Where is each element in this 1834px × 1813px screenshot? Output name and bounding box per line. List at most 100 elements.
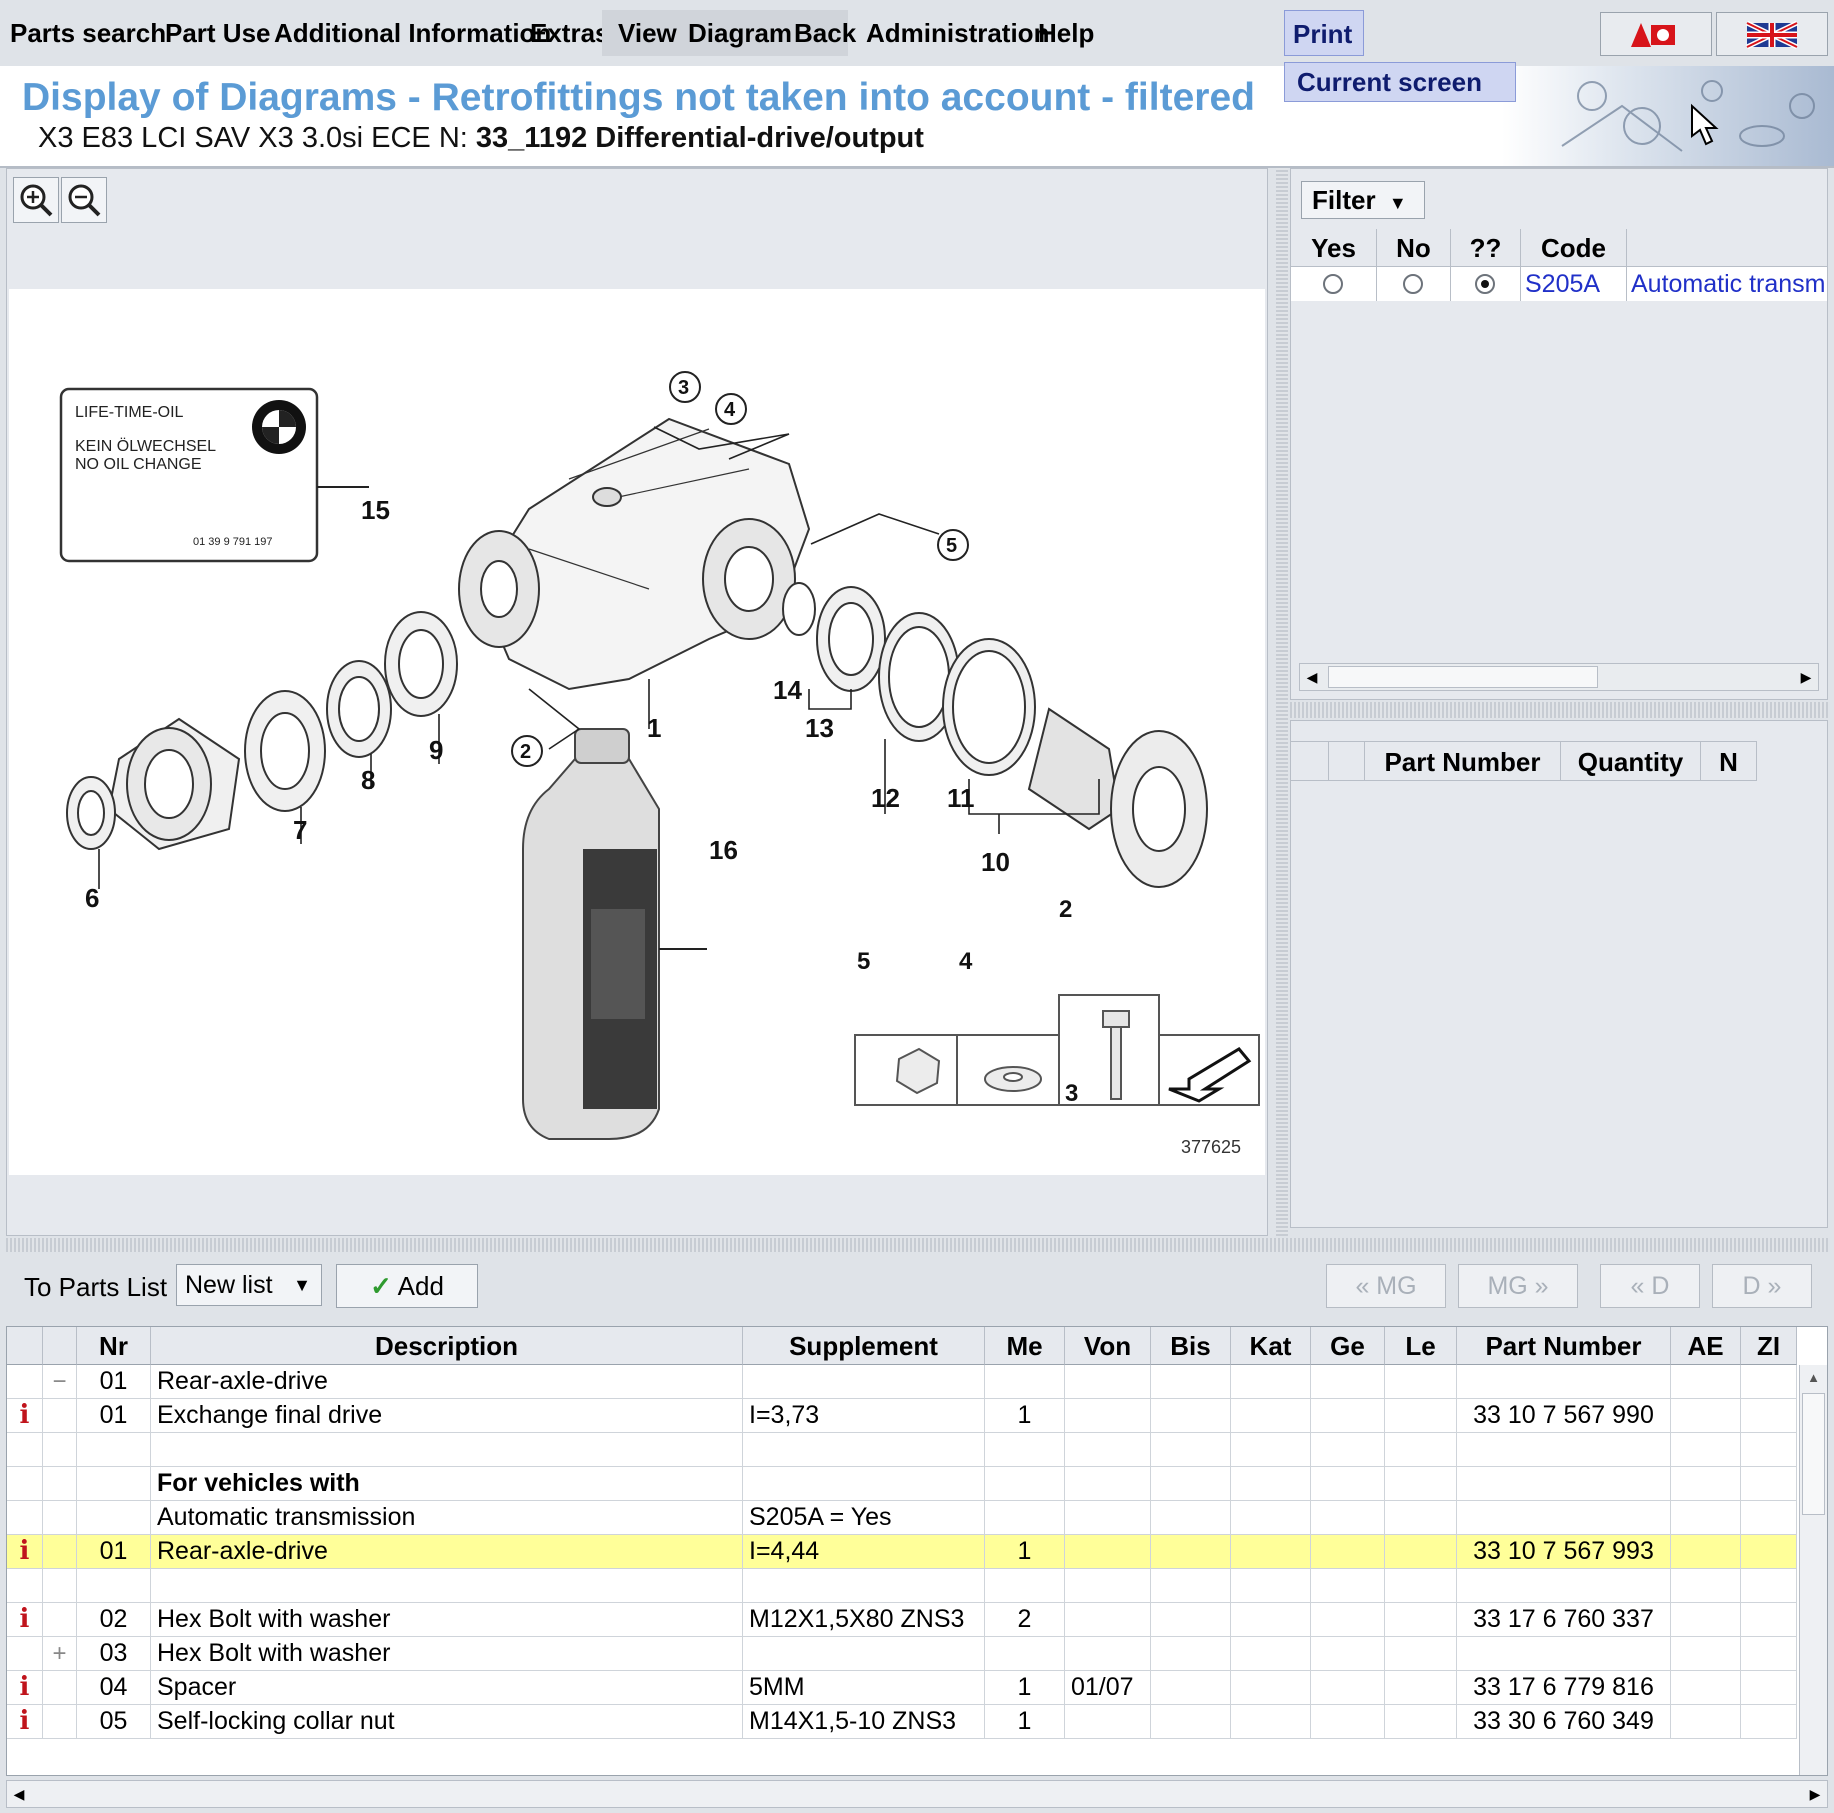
info-icon[interactable]: i: [7, 1671, 43, 1704]
table-vertical-scrollbar[interactable]: ▲: [1799, 1365, 1827, 1775]
col-supplement[interactable]: Supplement: [743, 1327, 985, 1365]
scroll-left-icon[interactable]: ◀: [7, 1781, 31, 1807]
tree-toggle-icon[interactable]: [43, 1569, 77, 1602]
cell-empty: [1311, 1603, 1385, 1636]
right-output-parts: [782, 582, 1208, 888]
parts-col-n[interactable]: N: [1701, 741, 1757, 781]
table-row[interactable]: Automatic transmission S205A = Yes: [7, 1501, 1797, 1535]
menu-administration[interactable]: Administration: [858, 10, 1057, 56]
parts-col-quantity[interactable]: Quantity: [1561, 741, 1701, 781]
previous-diagram-button[interactable]: « D: [1600, 1264, 1700, 1308]
print-dropdown-current-screen[interactable]: Current screen: [1284, 62, 1516, 102]
table-row[interactable]: i 01 Rear-axle-drive I=4,44 1 33 10 7 567 993: [7, 1535, 1797, 1569]
info-icon[interactable]: i: [7, 1603, 43, 1636]
table-scroll-thumb[interactable]: [1802, 1393, 1825, 1515]
table-row[interactable]: i 01 Exchange final drive I=3,73 1 33 10 7 56…: [7, 1399, 1797, 1433]
table-row[interactable]: [7, 1569, 1797, 1603]
tree-toggle-icon[interactable]: [43, 1399, 77, 1432]
info-icon[interactable]: [7, 1501, 43, 1534]
menu-print[interactable]: Print: [1284, 10, 1364, 56]
info-icon[interactable]: i: [7, 1705, 43, 1738]
col-von[interactable]: Von: [1065, 1327, 1151, 1365]
tree-toggle-icon[interactable]: [43, 1705, 77, 1738]
scroll-up-icon[interactable]: ▲: [1800, 1365, 1827, 1391]
filter-col-no[interactable]: No: [1377, 229, 1451, 267]
vertical-splitter[interactable]: [1276, 168, 1288, 1236]
previous-main-group-button[interactable]: « MG: [1326, 1264, 1446, 1308]
info-icon[interactable]: [7, 1637, 43, 1670]
menu-part-use[interactable]: Part Use: [157, 10, 279, 56]
info-icon[interactable]: i: [7, 1535, 43, 1568]
add-button[interactable]: ✓ Add: [336, 1264, 478, 1308]
col-part-number[interactable]: Part Number: [1457, 1327, 1671, 1365]
menu-parts-search[interactable]: Parts search: [2, 10, 174, 56]
table-horizontal-scrollbar[interactable]: ◀ ▶: [6, 1780, 1828, 1808]
col-kat[interactable]: Kat: [1231, 1327, 1311, 1365]
cell-empty: [1385, 1501, 1457, 1534]
table-row[interactable]: i 05 Self-locking collar nut M14X1,5-10 ZNS…: [7, 1705, 1797, 1739]
info-icon[interactable]: [7, 1569, 43, 1602]
scroll-right-icon[interactable]: ▶: [1803, 1781, 1827, 1807]
language-en-button[interactable]: [1716, 12, 1828, 56]
table-row[interactable]: i 02 Hex Bolt with washer M12X1,5X80 ZNS3 2 3…: [7, 1603, 1797, 1637]
tree-toggle-icon[interactable]: [43, 1433, 77, 1466]
filter-button[interactable]: Filter ▼: [1301, 181, 1425, 219]
col-le[interactable]: Le: [1385, 1327, 1457, 1365]
info-icon[interactable]: [7, 1365, 43, 1398]
tree-toggle-icon[interactable]: [43, 1535, 77, 1568]
parts-list-select[interactable]: New list ▼: [176, 1264, 322, 1306]
col-me[interactable]: Me: [985, 1327, 1065, 1365]
tree-toggle-icon[interactable]: [43, 1671, 77, 1704]
next-diagram-button[interactable]: D »: [1712, 1264, 1812, 1308]
filter-description[interactable]: Automatic transm: [1627, 267, 1827, 301]
cell-description: [151, 1433, 743, 1466]
menu-help[interactable]: Help: [1030, 10, 1102, 56]
cell-empty: [1671, 1637, 1741, 1670]
table-row[interactable]: −01 Rear-axle-drive: [7, 1365, 1797, 1399]
col-nr[interactable]: Nr: [77, 1327, 151, 1365]
radio-unknown[interactable]: [1475, 274, 1495, 294]
menu-view[interactable]: View: [610, 10, 685, 56]
info-icon[interactable]: i: [7, 1399, 43, 1432]
table-row[interactable]: +03 Hex Bolt with washer: [7, 1637, 1797, 1671]
diagram-drawing: LIFE-TIME-OIL KEIN ÖLWECHSEL NO OIL CHAN…: [59, 371, 1260, 1157]
table-row[interactable]: For vehicles with: [7, 1467, 1797, 1501]
info-icon[interactable]: [7, 1433, 43, 1466]
language-de-button[interactable]: [1600, 12, 1712, 56]
tree-toggle-icon[interactable]: [43, 1501, 77, 1534]
col-ge[interactable]: Ge: [1311, 1327, 1385, 1365]
col-bis[interactable]: Bis: [1151, 1327, 1231, 1365]
tree-toggle-icon[interactable]: [43, 1467, 77, 1500]
tree-toggle-icon[interactable]: [43, 1603, 77, 1636]
filter-col-unknown[interactable]: ??: [1451, 229, 1521, 267]
next-main-group-button[interactable]: MG »: [1458, 1264, 1578, 1308]
info-icon[interactable]: [7, 1467, 43, 1500]
menu-diagram[interactable]: Diagram: [680, 10, 800, 56]
tree-toggle-icon[interactable]: +: [43, 1637, 77, 1670]
radio-no[interactable]: [1403, 274, 1423, 294]
filter-horizontal-scrollbar[interactable]: ◀ ▶: [1299, 663, 1819, 691]
col-ae[interactable]: AE: [1671, 1327, 1741, 1365]
main-splitter[interactable]: [6, 1238, 1828, 1252]
filter-col-code[interactable]: Code: [1521, 229, 1627, 267]
table-row[interactable]: [7, 1433, 1797, 1467]
parts-col-part-number[interactable]: Part Number: [1365, 741, 1561, 781]
filter-col-yes[interactable]: Yes: [1291, 229, 1377, 267]
right-splitter[interactable]: [1290, 702, 1828, 718]
cell-empty: [1385, 1433, 1457, 1466]
exploded-diagram[interactable]: LIFE-TIME-OIL KEIN ÖLWECHSEL NO OIL CHAN…: [9, 289, 1265, 1175]
menu-additional-information[interactable]: Additional Information: [266, 10, 559, 56]
zoom-out-button[interactable]: [61, 177, 107, 223]
cell-bis: [1151, 1501, 1231, 1534]
scroll-right-icon[interactable]: ▶: [1794, 664, 1818, 690]
zoom-in-button[interactable]: [13, 177, 59, 223]
table-row[interactable]: i 04 Spacer 5MM 1 01/07 33 17 6 779 816: [7, 1671, 1797, 1705]
filter-code[interactable]: S205A: [1521, 267, 1627, 301]
menu-back[interactable]: Back: [786, 10, 864, 56]
col-description[interactable]: Description: [151, 1327, 743, 1365]
col-zi[interactable]: ZI: [1741, 1327, 1797, 1365]
scroll-thumb[interactable]: [1328, 666, 1598, 688]
tree-toggle-icon[interactable]: −: [43, 1365, 77, 1398]
scroll-left-icon[interactable]: ◀: [1300, 664, 1324, 690]
radio-yes[interactable]: [1323, 274, 1343, 294]
